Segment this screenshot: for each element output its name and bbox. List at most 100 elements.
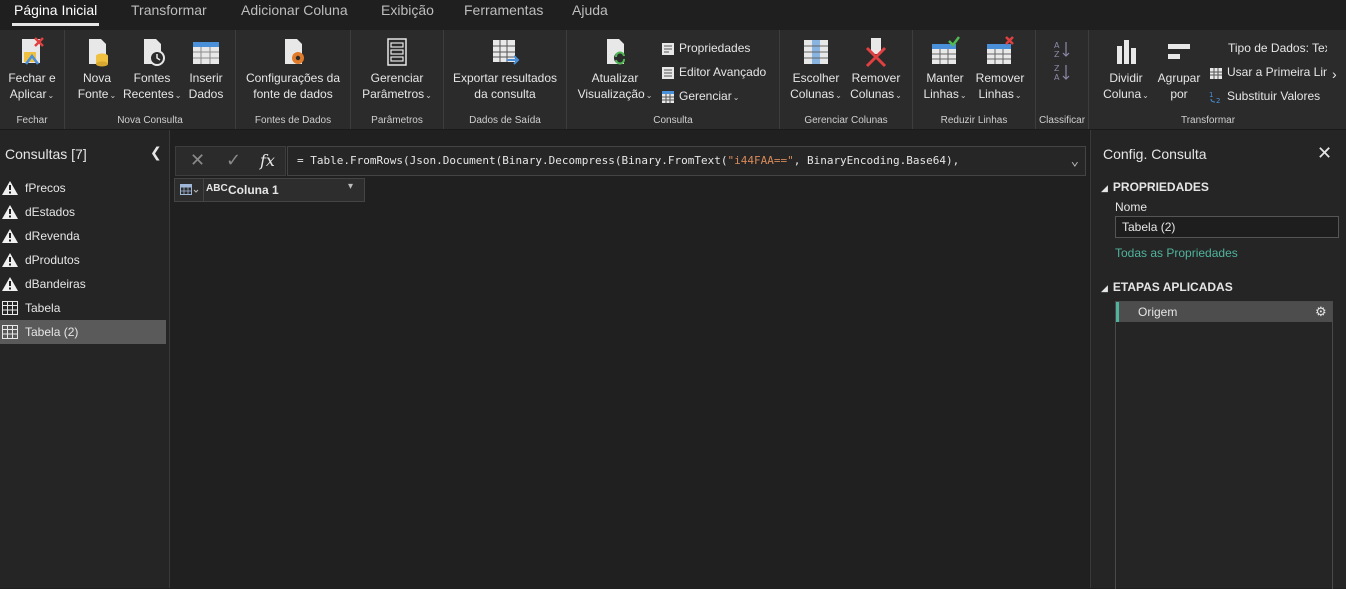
tab-pagina-inicial[interactable]: Página Inicial <box>11 0 100 26</box>
atualizar-label-2: Visualização <box>577 87 645 101</box>
manter-linhas-label-2-wrap: Linhas⌄ <box>919 86 971 104</box>
config-fonte-button[interactable]: Configurações da fonte de dados <box>242 36 344 102</box>
group-parametros: Gerenciar Parâmetros⌄ Parâmetros <box>351 30 444 129</box>
warning-icon <box>2 229 18 243</box>
formula-input[interactable]: = Table.FromRows(Json.Document(Binary.De… <box>287 146 1086 176</box>
group-label-classificar: Classificar <box>1038 115 1086 126</box>
group-label-consulta: Consulta <box>653 115 693 126</box>
exportar-button[interactable]: Exportar resultados da consulta <box>452 36 558 102</box>
fechar-aplicar-label-1: Fechar e <box>8 71 56 85</box>
name-field[interactable]: Tabela (2) <box>1115 216 1339 238</box>
atualizar-label-1: Atualizar <box>591 71 639 85</box>
atualizar-button[interactable]: Atualizar Visualização⌄ <box>575 36 655 104</box>
formula-prefix: = Table.FromRows(Json.Document(Binary.De… <box>297 154 728 167</box>
usar-primeira-linha-label: Usar a Primeira Lin <box>1227 65 1328 79</box>
header-divider <box>203 179 204 201</box>
group-label-gerenciar-colunas: Gerenciar Colunas <box>804 115 888 126</box>
replace-values-icon: 12 <box>1209 91 1220 105</box>
group-by-icon <box>1168 44 1190 59</box>
nova-fonte-button[interactable]: Nova Fonte⌄ <box>77 36 117 104</box>
properties-section: ◢ PROPRIEDADES <box>1101 180 1209 194</box>
query-label: dBandeiras <box>25 277 86 291</box>
tipo-dados-button[interactable]: Tipo de Dados: Tex <box>1228 37 1327 59</box>
propriedades-button[interactable]: Propriedades <box>661 37 750 59</box>
table-icon <box>2 301 18 315</box>
warning-icon <box>2 277 18 291</box>
gerenciar-button[interactable]: Gerenciar⌄ <box>661 85 739 107</box>
agrupar-por-label-2: por <box>1170 87 1188 101</box>
chevron-down-icon: ⌄ <box>732 93 740 102</box>
query-label: dEstados <box>25 205 76 219</box>
group-label-fechar: Fechar <box>16 115 48 126</box>
group-label-dados-saida: Dados de Saída <box>469 115 541 126</box>
queries-title: Consultas [7] <box>5 146 87 162</box>
sort-descending-icon[interactable]: Z A <box>1054 63 1070 81</box>
step-item-origem[interactable]: Origem ⚙ <box>1116 302 1332 322</box>
queries-pane: Consultas [7] ❮ fPrecos dEstados dRevend… <box>0 130 170 588</box>
group-fechar: Fechar e Aplicar⌄ Fechar <box>0 30 65 129</box>
fx-icon[interactable]: fx <box>260 151 275 170</box>
substituir-valores-button[interactable]: 1 2 Substituir Valores <box>1209 85 1320 107</box>
remover-colunas-label-1: Remover <box>851 71 901 85</box>
collapse-triangle-icon[interactable]: ◢ <box>1101 183 1108 193</box>
escolher-colunas-button[interactable]: Escolher Colunas⌄ <box>788 36 844 104</box>
commit-formula-icon[interactable]: ✓ <box>226 150 241 171</box>
inserir-dados-button[interactable]: Inserir Dados <box>185 36 227 102</box>
exportar-label-2: da consulta <box>474 87 536 101</box>
expand-formula-icon[interactable]: ⌄ <box>1071 147 1079 175</box>
agrupar-por-button[interactable]: Agrupar por <box>1155 36 1203 102</box>
manter-linhas-label-2: Linhas <box>923 87 959 101</box>
propriedades-label: Propriedades <box>679 41 751 55</box>
sort-ascending-icon[interactable]: A Z <box>1054 40 1070 58</box>
query-item-tabela[interactable]: Tabela <box>0 296 166 320</box>
query-item-tabela-2[interactable]: Tabela (2) <box>0 320 166 344</box>
manter-linhas-button[interactable]: Manter Linhas⌄ <box>919 36 971 104</box>
cancel-formula-icon[interactable]: ✕ <box>190 150 205 171</box>
fontes-recentes-button[interactable]: Fontes Recentes⌄ <box>123 36 181 104</box>
settings-title: Config. Consulta <box>1103 146 1207 162</box>
tab-ajuda[interactable]: Ajuda <box>572 0 608 26</box>
query-item-fprecos[interactable]: fPrecos <box>0 176 166 200</box>
dividir-coluna-label-2-wrap: Coluna⌄ <box>1099 86 1153 104</box>
tab-transformar[interactable]: Transformar <box>131 0 207 26</box>
usar-primeira-linha-button[interactable]: Usar a Primeira Lin <box>1209 61 1328 83</box>
first-row-headers-icon <box>1210 67 1222 79</box>
type-abc-icon[interactable]: ABC <box>206 183 228 194</box>
enter-data-icon <box>193 42 219 64</box>
fechar-aplicar-button[interactable]: Fechar e Aplicar⌄ <box>6 36 58 104</box>
query-item-dbandeiras[interactable]: dBandeiras <box>0 272 166 296</box>
close-icon[interactable]: ✕ <box>1317 143 1332 164</box>
tab-exibicao[interactable]: Exibição <box>381 0 434 26</box>
group-fontes-dados: Configurações da fonte de dados Fontes d… <box>236 30 351 129</box>
tab-adicionar-coluna[interactable]: Adicionar Coluna <box>241 0 348 26</box>
chevron-down-icon: ⌄ <box>109 91 117 100</box>
svg-text:Z: Z <box>1054 64 1060 73</box>
dividir-coluna-button[interactable]: Dividir Coluna⌄ <box>1099 36 1153 104</box>
group-label-nova-consulta: Nova Consulta <box>117 115 183 126</box>
agrupar-por-label-1: Agrupar <box>1157 71 1201 85</box>
remover-colunas-button[interactable]: Remover Colunas⌄ <box>848 36 904 104</box>
column-header[interactable]: ABC Coluna 1 ▾ <box>174 178 365 202</box>
group-dados-saida: Exportar resultados da consulta Dados de… <box>444 30 567 129</box>
gerenciar-parametros-button[interactable]: Gerenciar Parâmetros⌄ <box>359 36 435 104</box>
chevron-down-icon: ⌄ <box>895 91 902 100</box>
collapse-pane-icon[interactable]: ❮ <box>150 144 162 161</box>
query-item-dprodutos[interactable]: dProdutos <box>0 248 166 272</box>
collapse-triangle-icon[interactable]: ◢ <box>1101 283 1108 293</box>
all-properties-link[interactable]: Todas as Propriedades <box>1115 246 1238 260</box>
ribbon-scroll-right[interactable]: › <box>1327 30 1346 129</box>
column-filter-icon[interactable]: ▾ <box>348 181 353 192</box>
query-label: fPrecos <box>25 181 66 195</box>
gear-icon[interactable]: ⚙ <box>1315 304 1327 320</box>
properties-header: PROPRIEDADES <box>1112 180 1209 194</box>
table-menu-icon[interactable] <box>180 184 200 196</box>
query-item-drevenda[interactable]: dRevenda <box>0 224 166 248</box>
query-item-destados[interactable]: dEstados <box>0 200 166 224</box>
tab-ferramentas[interactable]: Ferramentas <box>464 0 543 26</box>
gerenciar-parametros-label-1: Gerenciar <box>370 71 424 85</box>
properties-icon <box>662 42 674 55</box>
svg-text:1: 1 <box>1209 91 1213 99</box>
remover-linhas-button[interactable]: Remover Linhas⌄ <box>973 36 1027 104</box>
editor-avancado-button[interactable]: Editor Avançado <box>661 61 766 83</box>
group-reduzir-linhas: Manter Linhas⌄ Remover Linhas⌄ Reduzir L… <box>913 30 1036 129</box>
